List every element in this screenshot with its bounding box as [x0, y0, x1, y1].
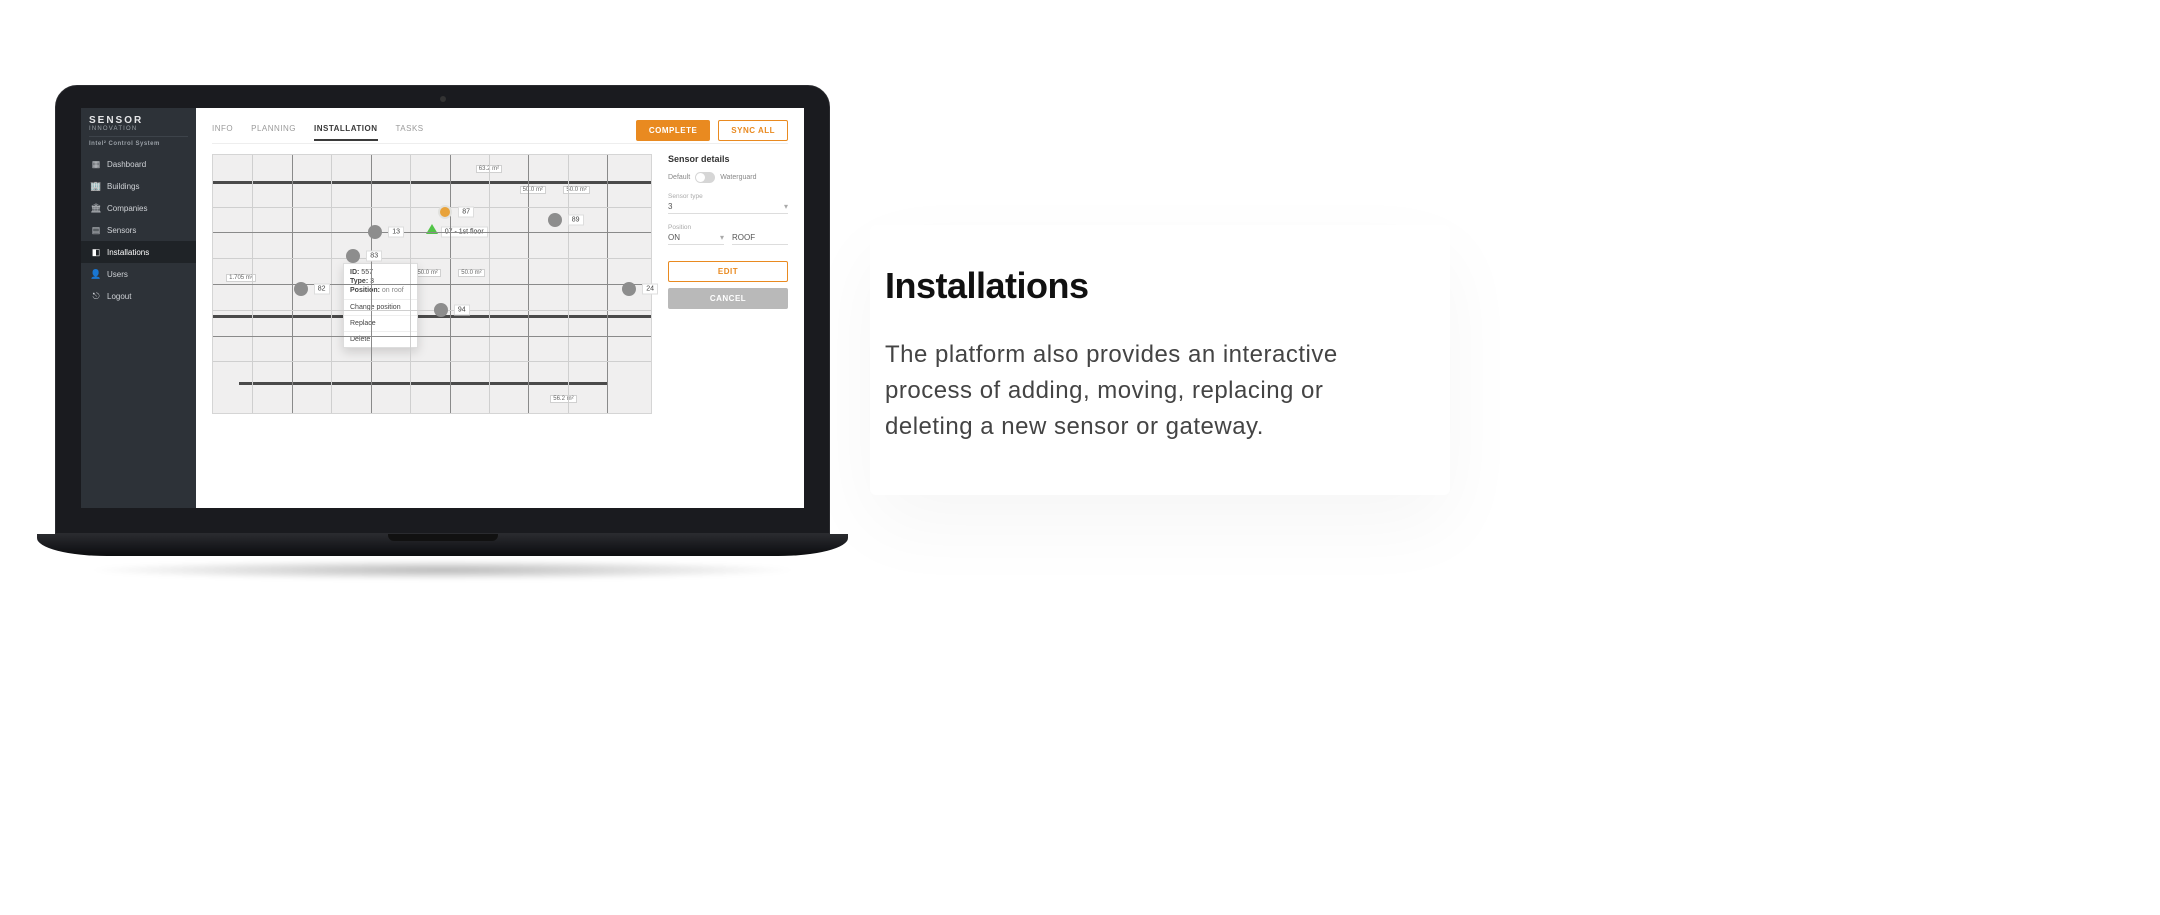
- sensor-label: 94: [454, 304, 470, 315]
- tab-installation[interactable]: INSTALLATION: [314, 120, 377, 141]
- sidebar-item-label: Logout: [107, 292, 131, 301]
- mode-toggle[interactable]: [695, 172, 715, 183]
- sidebar: SENSOR INNOVATION Intel² Control System …: [81, 108, 196, 508]
- details-mode-toggle-row: Default Waterguard: [668, 172, 788, 183]
- sensor-dot[interactable]: [346, 249, 360, 263]
- details-title: Sensor details: [668, 154, 788, 164]
- complete-button[interactable]: COMPLETE: [636, 120, 710, 141]
- floorplan-canvas[interactable]: 07 - 1st floor 63.2 m² 50.0 m² 50.0 m² 5…: [212, 154, 652, 414]
- laptop-base: [37, 534, 848, 556]
- sensor-label: 82: [314, 284, 330, 295]
- sidebar-item-label: Companies: [107, 204, 147, 213]
- sensor-label: 83: [366, 250, 382, 261]
- sensor-label: 13: [388, 227, 404, 238]
- sensor-label: 24: [642, 284, 658, 295]
- sidebar-item-sensors[interactable]: ▤ Sensors: [81, 219, 196, 241]
- dashboard-icon: ▦: [91, 159, 101, 169]
- sidebar-item-label: Users: [107, 270, 128, 279]
- sensor-label: 89: [568, 214, 584, 225]
- content-row: 07 - 1st floor 63.2 m² 50.0 m² 50.0 m² 5…: [212, 154, 788, 502]
- cancel-button[interactable]: CANCEL: [668, 288, 788, 309]
- description-card: Installations The platform also provides…: [870, 225, 1450, 495]
- sidebar-item-logout[interactable]: ⎋ Logout: [81, 285, 196, 307]
- sensors-icon: ▤: [91, 225, 101, 235]
- sidebar-item-buildings[interactable]: 🏢 Buildings: [81, 175, 196, 197]
- brand-line2: INNOVATION: [89, 126, 188, 132]
- brand-tagline: Intel² Control System: [89, 136, 188, 147]
- sidebar-item-label: Buildings: [107, 182, 139, 191]
- companies-icon: 🏛: [91, 203, 101, 213]
- top-actions: COMPLETE SYNC ALL: [636, 120, 788, 141]
- popover-replace[interactable]: Replace: [344, 316, 417, 332]
- installations-icon: ◧: [91, 247, 101, 257]
- sensor-details-panel: Sensor details Default Waterguard Sensor…: [668, 154, 788, 502]
- toggle-right-label: Waterguard: [720, 174, 756, 181]
- sidebar-item-label: Sensors: [107, 226, 136, 235]
- tab-tasks[interactable]: TASKS: [396, 120, 424, 141]
- roof-select[interactable]: ROOF: [732, 231, 788, 245]
- main-panel: INFO PLANNING INSTALLATION TASKS COMPLETE S…: [196, 108, 804, 508]
- sidebar-item-installations[interactable]: ◧ Installations: [81, 241, 196, 263]
- edit-button[interactable]: EDIT: [668, 261, 788, 282]
- camera-dot: [440, 96, 446, 102]
- tab-planning[interactable]: PLANNING: [251, 120, 296, 141]
- sensor-dot[interactable]: [622, 282, 636, 296]
- top-bar: INFO PLANNING INSTALLATION TASKS COMPLETE S…: [212, 120, 788, 144]
- popover-change-position[interactable]: Change position: [344, 300, 417, 316]
- sensor-label: 87: [458, 206, 474, 217]
- chevron-down-icon: ▾: [784, 202, 788, 211]
- laptop-mockup: SENSOR INNOVATION Intel² Control System …: [55, 85, 830, 580]
- brand-line1: SENSOR: [89, 116, 188, 126]
- popover-delete[interactable]: Delete: [344, 332, 417, 347]
- chevron-down-icon: ▾: [720, 233, 724, 242]
- users-icon: 👤: [91, 269, 101, 279]
- sidebar-item-users[interactable]: 👤 Users: [81, 263, 196, 285]
- sensor-dot[interactable]: [368, 225, 382, 239]
- sync-all-button[interactable]: SYNC ALL: [718, 120, 788, 141]
- app-screen: SENSOR INNOVATION Intel² Control System …: [81, 108, 804, 508]
- position-label: Position: [668, 224, 724, 231]
- laptop-bezel: SENSOR INNOVATION Intel² Control System …: [55, 85, 830, 534]
- sidebar-item-label: Dashboard: [107, 160, 146, 169]
- sensor-dot[interactable]: [294, 282, 308, 296]
- tab-info[interactable]: INFO: [212, 120, 233, 141]
- description-title: Installations: [885, 265, 1410, 307]
- sensor-dot[interactable]: [438, 205, 452, 219]
- brand-logo: SENSOR INNOVATION Intel² Control System: [81, 108, 196, 153]
- floorplan-wrap: 07 - 1st floor 63.2 m² 50.0 m² 50.0 m² 5…: [212, 154, 652, 502]
- sensor-dot[interactable]: [434, 303, 448, 317]
- sensor-dot[interactable]: [548, 213, 562, 227]
- position-select[interactable]: ON ▾: [668, 231, 724, 245]
- popover-info: ID: 557 Type: 3 Position: on roof: [344, 264, 417, 300]
- sidebar-item-label: Installations: [107, 248, 149, 257]
- toggle-left-label: Default: [668, 174, 690, 181]
- laptop-shadow: [85, 560, 800, 580]
- sensor-type-label: Sensor type: [668, 193, 788, 200]
- sensor-type-select[interactable]: 3 ▾: [668, 200, 788, 214]
- sidebar-item-companies[interactable]: 🏛 Companies: [81, 197, 196, 219]
- logout-icon: ⎋: [91, 291, 101, 301]
- description-body: The platform also provides an interactiv…: [885, 337, 1410, 445]
- buildings-icon: 🏢: [91, 181, 101, 191]
- sidebar-item-dashboard[interactable]: ▦ Dashboard: [81, 153, 196, 175]
